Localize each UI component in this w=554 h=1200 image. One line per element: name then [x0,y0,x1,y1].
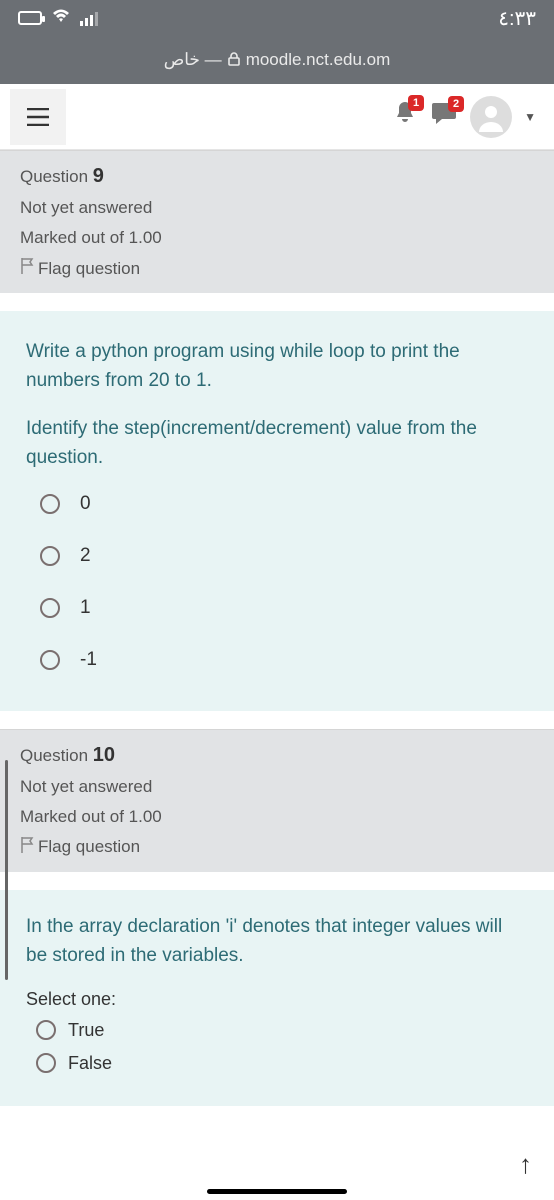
option-label: True [68,1020,104,1041]
option-label: 2 [80,545,91,567]
option-label: 1 [80,597,91,619]
flag-icon [20,837,34,858]
question-number: 9 [93,165,104,187]
question-label: Question [20,746,88,765]
option-label: 0 [80,493,91,515]
notif-badge: 1 [408,95,424,111]
flag-icon [20,258,34,279]
wifi-icon [52,9,70,28]
option-label: -1 [80,649,97,671]
question-9-options: 0 2 1 -1 [26,493,528,671]
status-bar: ٤:٣٣ [0,0,554,36]
browser-url-bar[interactable]: خاص — moodle.nct.edu.om [0,36,554,84]
status-time: ٤:٣٣ [498,6,536,31]
flag-label: Flag question [38,259,140,279]
question-10-options: True False [26,1020,528,1074]
status-icons-left [18,9,98,28]
question-9-header: Question 9 Not yet answered Marked out o… [0,150,554,293]
select-one-label: Select one: [26,989,528,1010]
question-10-header: Question 10 Not yet answered Marked out … [0,729,554,872]
question-status: Not yet answered [20,777,534,797]
option-false[interactable]: False [36,1053,528,1074]
option-true[interactable]: True [36,1020,528,1041]
user-menu-caret[interactable]: ▼ [524,110,536,124]
question-text-2: Identify the step(increment/decrement) v… [26,414,528,473]
question-text: In the array declaration 'i' denotes tha… [26,912,528,971]
menu-button[interactable] [10,89,66,145]
lock-icon [228,52,240,69]
battery-icon [18,11,42,25]
radio-icon [40,650,60,670]
radio-icon [40,598,60,618]
flag-question-link[interactable]: Flag question [20,837,534,858]
question-marks: Marked out of 1.00 [20,228,534,248]
url-text: moodle.nct.edu.om [246,50,391,70]
option-0[interactable]: 0 [40,493,528,515]
flag-label: Flag question [38,837,140,857]
scrollbar-indicator [5,760,8,980]
signal-icon [80,10,98,26]
option-label: False [68,1053,112,1074]
radio-icon [36,1053,56,1073]
avatar[interactable] [470,96,512,138]
radio-icon [36,1020,56,1040]
flag-question-link[interactable]: Flag question [20,258,534,279]
option-2[interactable]: 2 [40,545,528,567]
question-number: 10 [93,744,115,766]
app-header: 1 2 ▼ [0,84,554,150]
question-status: Not yet answered [20,198,534,218]
question-9-body: Write a python program using while loop … [0,311,554,711]
scroll-top-button[interactable]: ↑ [519,1149,532,1180]
messages-button[interactable]: 2 [430,100,458,133]
private-label: خاص — [164,50,222,70]
question-10-body: In the array declaration 'i' denotes tha… [0,890,554,1106]
msg-badge: 2 [448,96,464,112]
radio-icon [40,546,60,566]
notifications-button[interactable]: 1 [392,99,418,134]
radio-icon [40,494,60,514]
question-marks: Marked out of 1.00 [20,807,534,827]
option-neg1[interactable]: -1 [40,649,528,671]
question-text-1: Write a python program using while loop … [26,337,528,396]
home-indicator [207,1189,347,1194]
question-label: Question [20,167,88,186]
option-1[interactable]: 1 [40,597,528,619]
